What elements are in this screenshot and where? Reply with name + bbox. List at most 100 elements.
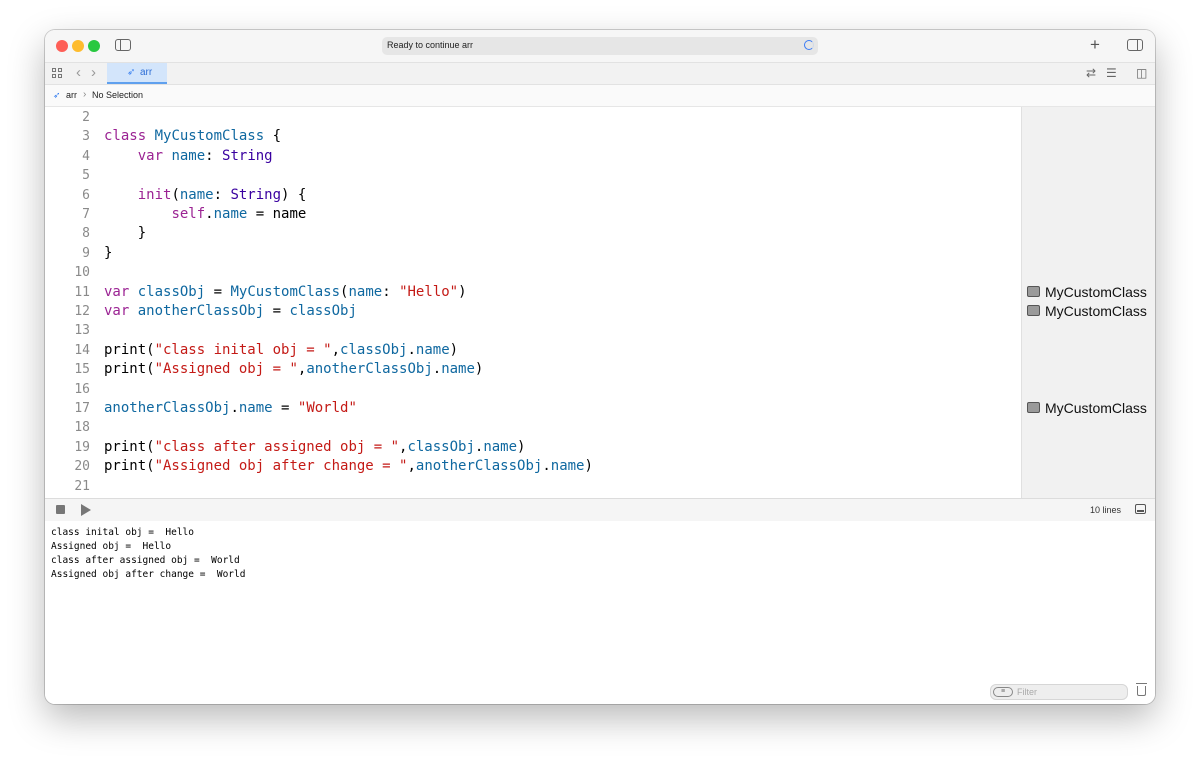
chevron-right-icon: › <box>83 89 87 100</box>
tab-arr[interactable]: ➶ arr <box>107 63 167 84</box>
code-line[interactable]: 10 <box>45 263 1020 282</box>
console-filter-bar: ≡ Filter <box>45 678 1155 704</box>
breadcrumb-file[interactable]: arr <box>66 90 77 100</box>
breadcrumb: ➶ arr › No Selection <box>45 85 1155 107</box>
console-output[interactable]: class inital obj = Hello Assigned obj = H… <box>45 521 1155 678</box>
inspector-toggle-icon[interactable] <box>1127 39 1143 51</box>
code-line[interactable]: 13 <box>45 321 1020 340</box>
code-line[interactable]: 19 print("class after assigned obj = ",cl… <box>45 438 1020 457</box>
line-number: 12 <box>74 304 90 319</box>
line-number: 15 <box>74 362 90 378</box>
plus-icon[interactable]: + <box>1090 35 1100 55</box>
grid-icon[interactable] <box>52 68 63 79</box>
line-number: 13 <box>74 323 90 339</box>
code-text[interactable]: anotherClassObj.name = "World" <box>104 399 357 418</box>
breadcrumb-selection[interactable]: No Selection <box>92 90 143 100</box>
filter-icon[interactable]: ≡ <box>993 687 1013 697</box>
spinner-icon <box>804 40 814 50</box>
code-text[interactable]: print("class inital obj = ",classObj.nam… <box>104 341 458 360</box>
quick-look-icon[interactable] <box>1027 285 1040 297</box>
code-line[interactable]: 9} <box>45 244 1020 263</box>
code-line[interactable]: 21 <box>45 477 1020 496</box>
result-value: MyCustomClass <box>1045 303 1147 319</box>
quick-look-icon[interactable] <box>1027 402 1040 413</box>
line-number: 10 <box>74 265 90 281</box>
code-text[interactable]: } <box>104 224 146 243</box>
title-bar: Ready to continue arr + <box>45 30 1155 63</box>
code-line[interactable]: 14 print("class inital obj = ",classObj.n… <box>45 341 1020 360</box>
code-line[interactable]: 12 var anotherClassObj = classObj <box>45 302 1020 321</box>
trash-icon[interactable] <box>1136 683 1147 696</box>
line-number: 18 <box>74 420 90 436</box>
code-line[interactable]: 16 <box>45 380 1020 399</box>
activity-status-field: Ready to continue arr <box>382 37 818 55</box>
console-line: Assigned obj = Hello <box>51 541 172 552</box>
swift-icon: ➶ <box>127 67 136 78</box>
code-line[interactable]: 4 var name: String <box>45 147 1020 166</box>
code-text[interactable]: init(name: String) { <box>104 186 307 205</box>
code-line[interactable]: 6 init(name: String) { <box>45 186 1020 205</box>
refresh-icon[interactable]: ⇄ <box>1086 66 1096 80</box>
code-line[interactable]: 7 self.name = name <box>45 205 1020 224</box>
code-text[interactable]: self.name = name <box>104 205 306 224</box>
line-number: 11 <box>74 284 90 300</box>
result-value: MyCustomClass <box>1045 283 1147 300</box>
code-editor[interactable]: 2 3 class MyCustomClass {4 var name: Strin… <box>45 107 1020 498</box>
code-text[interactable]: print("Assigned obj after change = ",ano… <box>104 457 593 476</box>
code-text[interactable]: var classObj = MyCustomClass(name: "Hell… <box>104 283 467 302</box>
line-number: 6 <box>82 187 90 203</box>
code-line[interactable]: 2 <box>45 108 1020 127</box>
stop-icon[interactable] <box>56 505 65 514</box>
line-number: 2 <box>82 110 90 125</box>
line-number: 5 <box>82 168 90 184</box>
console-line: class inital obj = Hello <box>51 527 194 538</box>
line-number: 7 <box>82 207 90 222</box>
code-text[interactable]: class MyCustomClass { <box>104 127 281 146</box>
minimize-window-button[interactable] <box>72 40 84 52</box>
code-text[interactable]: var name: String <box>104 147 273 166</box>
debug-bar: 10 lines <box>45 498 1155 522</box>
maximize-window-button[interactable] <box>88 40 100 52</box>
code-text[interactable]: var anotherClassObj = classObj <box>104 302 357 321</box>
line-number: 16 <box>74 381 90 397</box>
line-number: 4 <box>82 148 90 164</box>
code-line[interactable]: 17 anotherClassObj.name = "World" <box>45 399 1020 418</box>
line-number: 17 <box>74 401 90 416</box>
code-text[interactable]: print("class after assigned obj = ",clas… <box>104 438 525 457</box>
code-line[interactable]: 18 <box>45 418 1020 437</box>
console-line: Assigned obj after change = World <box>51 569 246 580</box>
close-window-button[interactable] <box>56 40 68 52</box>
code-line[interactable]: 3 class MyCustomClass { <box>45 127 1020 146</box>
console-toggle-icon[interactable] <box>1135 504 1146 514</box>
tab-label: arr <box>140 67 153 78</box>
code-line[interactable]: 8 } <box>45 224 1020 243</box>
line-number: 8 <box>82 226 90 242</box>
filter-placeholder: Filter <box>1017 687 1037 697</box>
code-line[interactable]: 20 print("Assigned obj after change = ",a… <box>45 457 1020 476</box>
chevron-left-icon[interactable]: ‹ <box>76 64 81 82</box>
code-text[interactable]: print("Assigned obj = ",anotherClassObj.… <box>104 360 483 379</box>
line-number: 19 <box>74 439 90 455</box>
play-icon[interactable] <box>81 504 91 516</box>
sidebar-toggle-icon[interactable] <box>115 39 131 51</box>
quick-look-icon[interactable] <box>1027 305 1040 316</box>
line-number: 21 <box>74 478 90 494</box>
minimap-icon[interactable]: ☰ <box>1106 66 1117 80</box>
line-number: 14 <box>74 342 90 358</box>
code-line[interactable]: 11 var classObj = MyCustomClass(name: "He… <box>45 283 1020 302</box>
editor-layout-icon[interactable]: ◫ <box>1136 66 1147 80</box>
swift-icon: ➶ <box>53 90 61 100</box>
code-text[interactable]: } <box>104 244 112 263</box>
line-number: 3 <box>82 129 90 145</box>
result-value: MyCustomClass <box>1045 400 1147 416</box>
code-line[interactable]: 5 <box>45 166 1020 185</box>
chevron-right-icon[interactable]: › <box>91 64 96 82</box>
results-sidebar: MyCustomClass MyCustomClass MyCustomClass <box>1021 107 1155 498</box>
xcode-window: Ready to continue arr + ‹ › ➶ arr ⇄ ☰ ◫ … <box>45 30 1155 704</box>
line-number: 9 <box>82 245 90 261</box>
code-line[interactable]: 15 print("Assigned obj = ",anotherClassOb… <box>45 360 1020 379</box>
line-count-label: 10 lines <box>1089 505 1121 515</box>
activity-status-text: Ready to continue arr <box>387 40 474 50</box>
line-number: 20 <box>74 459 90 475</box>
filter-field[interactable]: ≡ Filter <box>990 684 1128 700</box>
